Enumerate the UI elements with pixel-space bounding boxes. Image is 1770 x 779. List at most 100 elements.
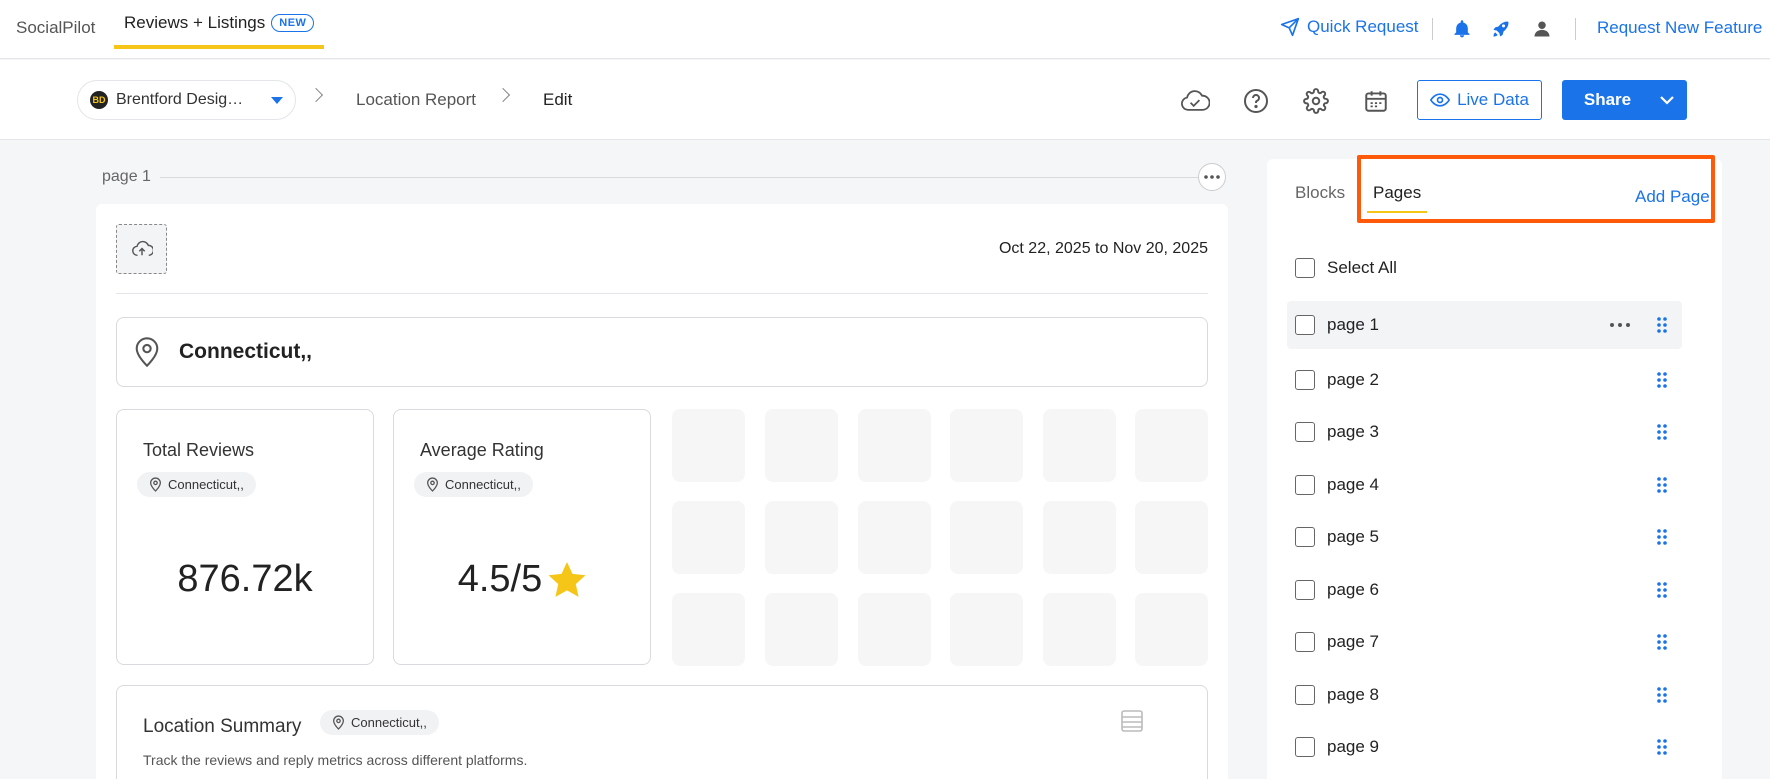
send-icon xyxy=(1280,17,1300,37)
location-name: Brentford Desig… xyxy=(116,91,244,108)
share-label: Share xyxy=(1583,90,1632,109)
page-checkbox[interactable] xyxy=(1295,579,1315,600)
page-list-item[interactable]: page 1 xyxy=(1287,301,1682,349)
drag-handle-icon[interactable] xyxy=(1650,634,1674,651)
star-icon xyxy=(548,561,586,597)
pages-panel: Blocks Pages Add Page Select All page 1 … xyxy=(1267,159,1722,779)
total-reviews-value: 876.72k xyxy=(177,558,313,600)
brand-link[interactable]: SocialPilot xyxy=(16,18,95,38)
location-summary-block[interactable]: Location Summary Connecticut,, Track the… xyxy=(116,685,1208,779)
average-rating-card[interactable]: Average Rating Connecticut,, 4.5/5 xyxy=(393,409,651,665)
live-data-label: Live Data xyxy=(1457,90,1529,109)
page-list-item[interactable]: page 4 xyxy=(1287,459,1682,512)
drag-handle-icon[interactable] xyxy=(1650,739,1674,756)
empty-block-placeholder xyxy=(672,501,745,574)
tab-reviews-listings[interactable]: Reviews + Listings NEW xyxy=(114,0,325,49)
drag-handle-icon[interactable] xyxy=(1650,371,1674,388)
drag-handle-icon[interactable] xyxy=(1650,424,1674,441)
breadcrumb-location-report[interactable]: Location Report xyxy=(356,90,476,110)
page-name: page 8 xyxy=(1327,684,1379,704)
location-selector[interactable]: BD Brentford Desig… xyxy=(77,80,296,120)
help-icon[interactable] xyxy=(1241,86,1271,116)
chevron-right-icon xyxy=(495,87,511,103)
location-chip: Connecticut,, xyxy=(414,472,533,497)
user-profile-icon[interactable] xyxy=(1530,17,1554,41)
date-range[interactable]: Oct 22, 2025 to Nov 20, 2025 xyxy=(999,240,1208,258)
tab-pages[interactable]: Pages xyxy=(1367,183,1428,213)
select-all-row[interactable]: Select All xyxy=(1295,258,1397,278)
page-checkbox[interactable] xyxy=(1295,422,1315,443)
metric-value: 876.72k xyxy=(117,558,373,601)
quick-request-label: Quick Request xyxy=(1307,17,1419,36)
total-reviews-card[interactable]: Total Reviews Connecticut,, 876.72k xyxy=(116,409,374,665)
nav-divider xyxy=(1575,18,1576,40)
drag-handle-icon[interactable] xyxy=(1650,317,1674,333)
page-checkbox[interactable] xyxy=(1295,474,1315,495)
metric-value: 4.5/5 xyxy=(394,558,650,601)
location-chip: Connecticut,, xyxy=(137,472,256,497)
share-button[interactable]: Share xyxy=(1562,80,1687,120)
summary-description: Track the reviews and reply metrics acro… xyxy=(143,752,528,768)
location-header-block[interactable]: Connecticut,, xyxy=(116,317,1208,387)
summary-title: Location Summary xyxy=(143,716,302,737)
select-all-label: Select All xyxy=(1327,258,1397,277)
empty-block-placeholder xyxy=(1043,501,1116,574)
eye-icon xyxy=(1430,93,1451,107)
report-divider xyxy=(116,293,1208,294)
notification-bell-icon[interactable] xyxy=(1450,17,1474,41)
location-pin-icon xyxy=(427,477,438,492)
empty-block-placeholder xyxy=(765,501,838,574)
page-checkbox[interactable] xyxy=(1295,684,1315,705)
rocket-icon[interactable] xyxy=(1489,17,1513,41)
page-list-item[interactable]: page 3 xyxy=(1287,406,1682,459)
nav-divider xyxy=(1432,18,1433,40)
drag-handle-icon[interactable] xyxy=(1650,529,1674,546)
page-checkbox[interactable] xyxy=(1295,369,1315,390)
select-all-checkbox[interactable] xyxy=(1295,258,1315,278)
more-options-icon[interactable] xyxy=(1608,323,1632,327)
chevron-down-icon xyxy=(271,96,283,104)
empty-block-placeholder xyxy=(1135,593,1208,666)
page-name: page 3 xyxy=(1327,422,1379,442)
live-data-button[interactable]: Live Data xyxy=(1417,80,1542,120)
page-list-item[interactable]: page 7 xyxy=(1287,616,1682,669)
calendar-icon[interactable] xyxy=(1361,86,1391,116)
page-checkbox[interactable] xyxy=(1295,632,1315,653)
top-navigation: SocialPilot Reviews + Listings NEW Quick… xyxy=(0,0,1770,59)
page-name: page 7 xyxy=(1327,632,1379,652)
empty-block-placeholder xyxy=(1135,409,1208,482)
page-more-options-icon[interactable] xyxy=(1198,163,1226,191)
page-list-item[interactable]: page 9 xyxy=(1287,721,1682,774)
empty-block-placeholder xyxy=(672,409,745,482)
settings-gear-icon[interactable] xyxy=(1301,86,1331,116)
cloud-saved-icon[interactable] xyxy=(1180,86,1210,116)
empty-block-placeholder xyxy=(765,409,838,482)
empty-block-placeholder xyxy=(858,501,931,574)
tab-blocks[interactable]: Blocks xyxy=(1295,183,1345,203)
page-list-item[interactable]: page 6 xyxy=(1287,564,1682,617)
add-page-button[interactable]: Add Page xyxy=(1635,187,1710,207)
location-logo: BD xyxy=(90,91,108,109)
table-icon xyxy=(1121,710,1143,732)
logo-upload-button[interactable] xyxy=(116,224,167,274)
page-list-item[interactable]: page 5 xyxy=(1287,511,1682,564)
report-canvas: Oct 22, 2025 to Nov 20, 2025 Connecticut… xyxy=(96,204,1228,779)
drag-handle-icon[interactable] xyxy=(1650,476,1674,493)
page-title-label: page 1 xyxy=(102,168,151,185)
page-name: page 6 xyxy=(1327,579,1379,599)
page-list-item[interactable]: page 2 xyxy=(1287,354,1682,407)
page-checkbox[interactable] xyxy=(1295,737,1315,758)
quick-request-button[interactable]: Quick Request xyxy=(1280,17,1419,37)
page-list: page 1 page 2 page 3 page 4 page 5 page … xyxy=(1287,301,1682,774)
page-checkbox[interactable] xyxy=(1295,527,1315,548)
cloud-upload-icon xyxy=(131,240,153,257)
empty-block-placeholder xyxy=(950,409,1023,482)
page-name: page 5 xyxy=(1327,527,1379,547)
request-new-feature-link[interactable]: Request New Feature xyxy=(1597,18,1762,38)
drag-handle-icon[interactable] xyxy=(1650,581,1674,598)
chevron-down-icon[interactable] xyxy=(1647,95,1687,105)
chip-label: Connecticut,, xyxy=(168,477,244,492)
drag-handle-icon[interactable] xyxy=(1650,686,1674,703)
page-checkbox[interactable] xyxy=(1295,315,1315,335)
page-list-item[interactable]: page 8 xyxy=(1287,669,1682,722)
